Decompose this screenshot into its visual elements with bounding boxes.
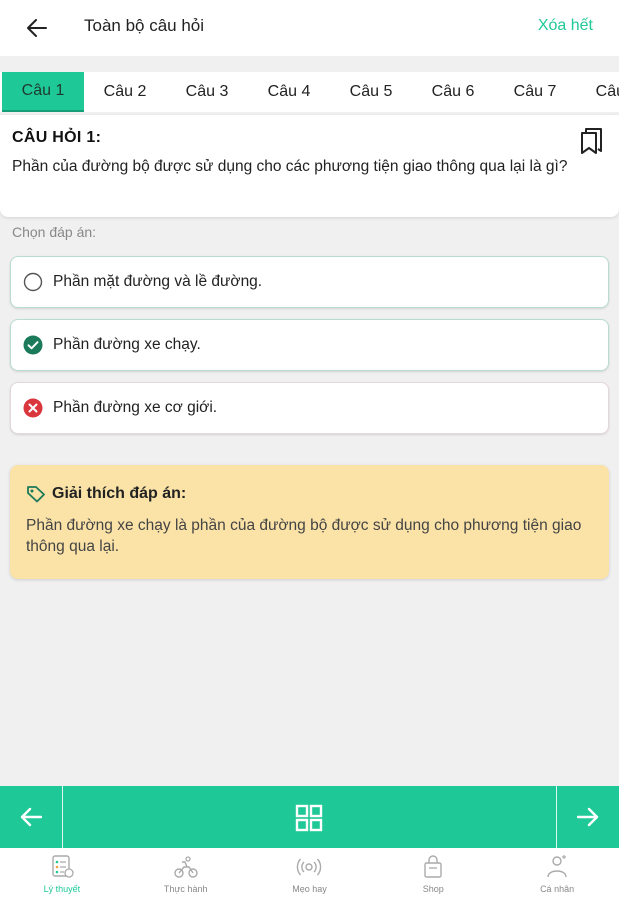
tabbar-item-shop[interactable]: Shop <box>371 848 495 900</box>
answer-option-3[interactable]: Phần đường xe cơ giới. <box>10 382 609 434</box>
answer-option-1[interactable]: Phần mặt đường và lề đường. <box>10 256 609 308</box>
question-nav-bar <box>0 786 619 848</box>
tab-question-1[interactable]: Câu 1 <box>2 72 84 112</box>
bookmark-button[interactable] <box>579 127 605 155</box>
question-card: CÂU HỎI 1: Phần của đường bộ được sử dụn… <box>0 115 619 217</box>
bookmark-icon <box>581 128 602 154</box>
radio-empty-icon <box>23 272 43 292</box>
shop-bag-icon <box>424 855 442 878</box>
explanation-header: Giải thích đáp án: <box>26 485 593 503</box>
tabbar-item-practice[interactable]: Thực hành <box>124 848 248 900</box>
clear-all-button[interactable]: Xóa hết <box>538 17 593 35</box>
tab-question-4[interactable]: Câu 4 <box>248 72 330 112</box>
explanation-title: Giải thích đáp án: <box>52 485 187 502</box>
tabbar-label: Lý thuyết <box>43 884 81 894</box>
answer-option-2[interactable]: Phần đường xe chạy. <box>10 319 609 371</box>
bottom-tab-bar: Lý thuyết Thực hành Mẹo hay Shop Cá nhân <box>0 848 619 900</box>
back-button[interactable] <box>22 14 52 42</box>
tabbar-label: Shop <box>422 884 444 894</box>
arrow-left-icon <box>20 807 42 827</box>
page-title: Toàn bộ câu hỏi <box>84 16 205 35</box>
question-tabs: Câu 1 Câu 2 Câu 3 Câu 4 Câu 5 Câu 6 Câu … <box>0 72 619 112</box>
arrow-left-icon <box>27 19 47 37</box>
tab-question-2[interactable]: Câu 2 <box>84 72 166 112</box>
tab-question-3[interactable]: Câu 3 <box>166 72 248 112</box>
tag-icon <box>27 486 45 503</box>
question-text: Phần của đường bộ được sử dụng cho các p… <box>12 158 568 175</box>
tabbar-item-theory[interactable]: Lý thuyết <box>0 848 124 900</box>
question-grid-button[interactable] <box>294 803 324 833</box>
document-list-icon <box>52 855 74 878</box>
tab-question-7[interactable]: Câu 7 <box>494 72 576 112</box>
explanation-box: Giải thích đáp án: Phần đường xe chạy là… <box>10 465 609 579</box>
person-icon <box>547 855 567 878</box>
choose-answer-label: Chọn đáp án: <box>12 224 97 240</box>
motorbike-icon <box>173 856 198 878</box>
broadcast-icon <box>297 858 322 876</box>
arrow-right-icon <box>577 807 599 827</box>
tabbar-label: Cá nhân <box>540 884 575 894</box>
answer-text: Phần mặt đường và lề đường. <box>53 273 263 290</box>
app-header: Toàn bộ câu hỏi Xóa hết <box>0 0 619 56</box>
check-circle-icon <box>23 335 43 355</box>
tabbar-item-tips[interactable]: Mẹo hay <box>248 848 372 900</box>
tab-question-6[interactable]: Câu 6 <box>412 72 494 112</box>
tabbar-item-profile[interactable]: Cá nhân <box>495 848 619 900</box>
answer-text: Phần đường xe chạy. <box>53 336 201 353</box>
question-number: CÂU HỎI 1: <box>12 129 102 146</box>
next-question-button[interactable] <box>556 786 619 848</box>
tabbar-label: Thực hành <box>163 884 208 894</box>
tab-question-5[interactable]: Câu 5 <box>330 72 412 112</box>
cross-circle-icon <box>23 398 43 418</box>
tabbar-label: Mẹo hay <box>292 884 327 894</box>
previous-question-button[interactable] <box>0 786 63 848</box>
answer-text: Phần đường xe cơ giới. <box>53 399 218 416</box>
tab-question-8[interactable]: Câu 8 <box>576 72 619 112</box>
explanation-text: Phần đường xe chạy là phần của đường bộ … <box>26 517 582 555</box>
grid-icon <box>295 804 323 832</box>
